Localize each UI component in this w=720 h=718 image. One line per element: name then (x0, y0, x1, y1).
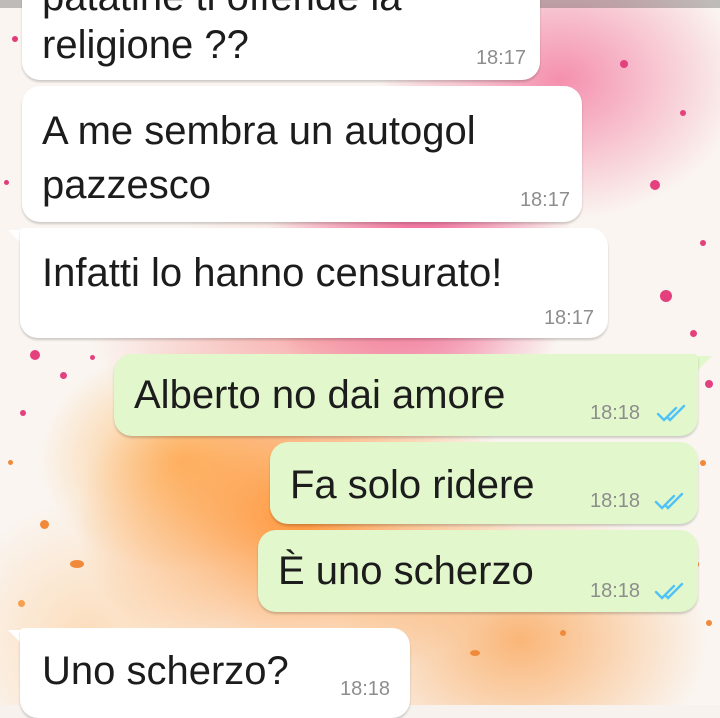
outgoing-message[interactable]: Alberto no dai amore 18:18 (114, 354, 698, 436)
message-list[interactable]: patatine ti offende la religione ?? 18:1… (0, 0, 720, 718)
message-text: Uno scherzo? (42, 649, 289, 693)
outgoing-message[interactable]: Fa solo ridere 18:18 (270, 442, 698, 524)
message-text: Alberto no dai amore (134, 373, 506, 417)
message-text: Fa solo ridere (290, 463, 535, 507)
message-timestamp: 18:17 (519, 189, 570, 211)
message-text: È uno scherzo (278, 549, 534, 593)
incoming-message[interactable]: Infatti lo hanno censurato! 18:17 (20, 228, 608, 338)
message-timestamp: 18:18 (590, 402, 641, 424)
message-text-line2: pazzesco (42, 163, 211, 207)
bubble-tail (698, 356, 712, 370)
incoming-message[interactable]: A me sembra un autogol pazzesco 18:17 (22, 86, 582, 222)
message-text-line2: religione ?? (42, 23, 249, 67)
message-timestamp: 18:17 (543, 307, 594, 329)
double-check-icon (654, 492, 684, 510)
double-check-icon (654, 582, 684, 600)
incoming-message[interactable]: patatine ti offende la religione ?? 18:1… (22, 0, 540, 80)
double-check-icon (656, 404, 686, 422)
message-text: Infatti lo hanno censurato! (42, 251, 503, 295)
message-timestamp: 18:17 (475, 47, 526, 69)
outgoing-message[interactable]: È uno scherzo 18:18 (258, 530, 698, 612)
message-text-line1: A me sembra un autogol (42, 109, 476, 153)
message-timestamp: 18:18 (340, 678, 391, 700)
message-timestamp: 18:18 (590, 580, 641, 602)
message-timestamp: 18:18 (590, 490, 641, 512)
